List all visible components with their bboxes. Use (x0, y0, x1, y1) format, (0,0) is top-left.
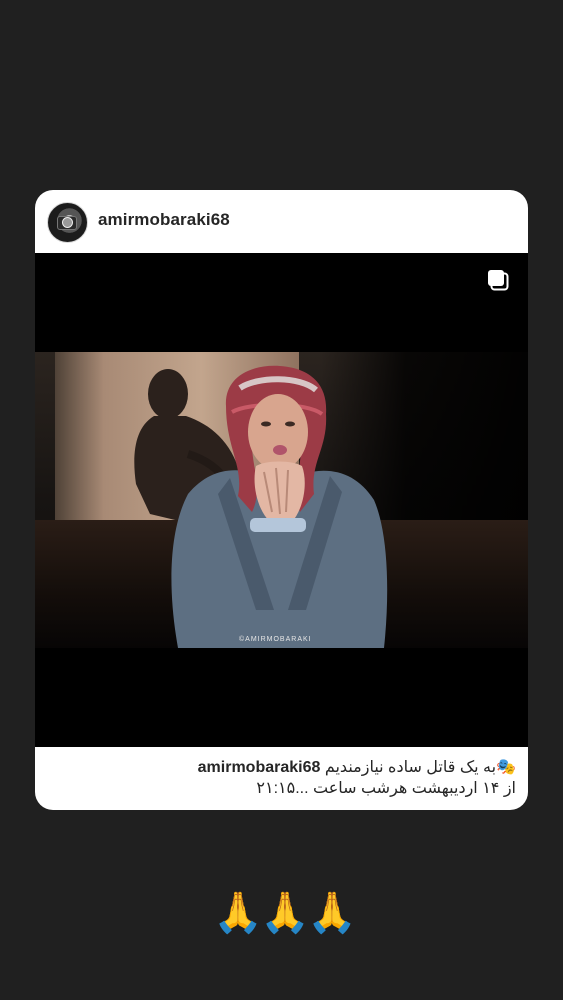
profile-avatar[interactable] (47, 202, 88, 243)
multiple-photos-icon (488, 270, 509, 291)
pray-emoji: 🙏 (260, 891, 310, 935)
caption-line-1: 🎭به یک قاتل ساده نیازمندیم amirmobaraki6… (47, 757, 516, 778)
post-caption: 🎭به یک قاتل ساده نیازمندیم amirmobaraki6… (47, 757, 516, 799)
post-photo: ©AMIRMOBARAKI (35, 352, 528, 648)
caption-line-2: از ۱۴ اردیبهشت هرشب ساعت ...۲۱:۱۵ (256, 780, 516, 797)
emoji-sticker-row[interactable]: 🙏 🙏 🙏 (213, 889, 357, 937)
post-username[interactable]: amirmobaraki68 (98, 210, 230, 230)
caption-text-1: به یک قاتل ساده نیازمندیم (324, 759, 497, 776)
photo-watermark: ©AMIRMOBARAKI (239, 636, 312, 643)
post-media[interactable]: ©AMIRMOBARAKI (35, 253, 528, 747)
post-header: amirmobaraki68 (35, 190, 528, 253)
caption-username[interactable]: amirmobaraki68 (198, 759, 321, 776)
pray-emoji: 🙏 (307, 891, 357, 935)
pray-emoji: 🙏 (213, 891, 263, 935)
actor-figure (171, 365, 388, 648)
lens-icon (62, 217, 73, 228)
story-canvas: amirmobaraki68 ©AMIRMOBARAKI 🎭به یک قاتل… (0, 0, 563, 1000)
caption-emoji: 🎭 (496, 759, 516, 776)
shared-post-card[interactable]: amirmobaraki68 ©AMIRMOBARAKI 🎭به یک قاتل… (35, 190, 528, 810)
